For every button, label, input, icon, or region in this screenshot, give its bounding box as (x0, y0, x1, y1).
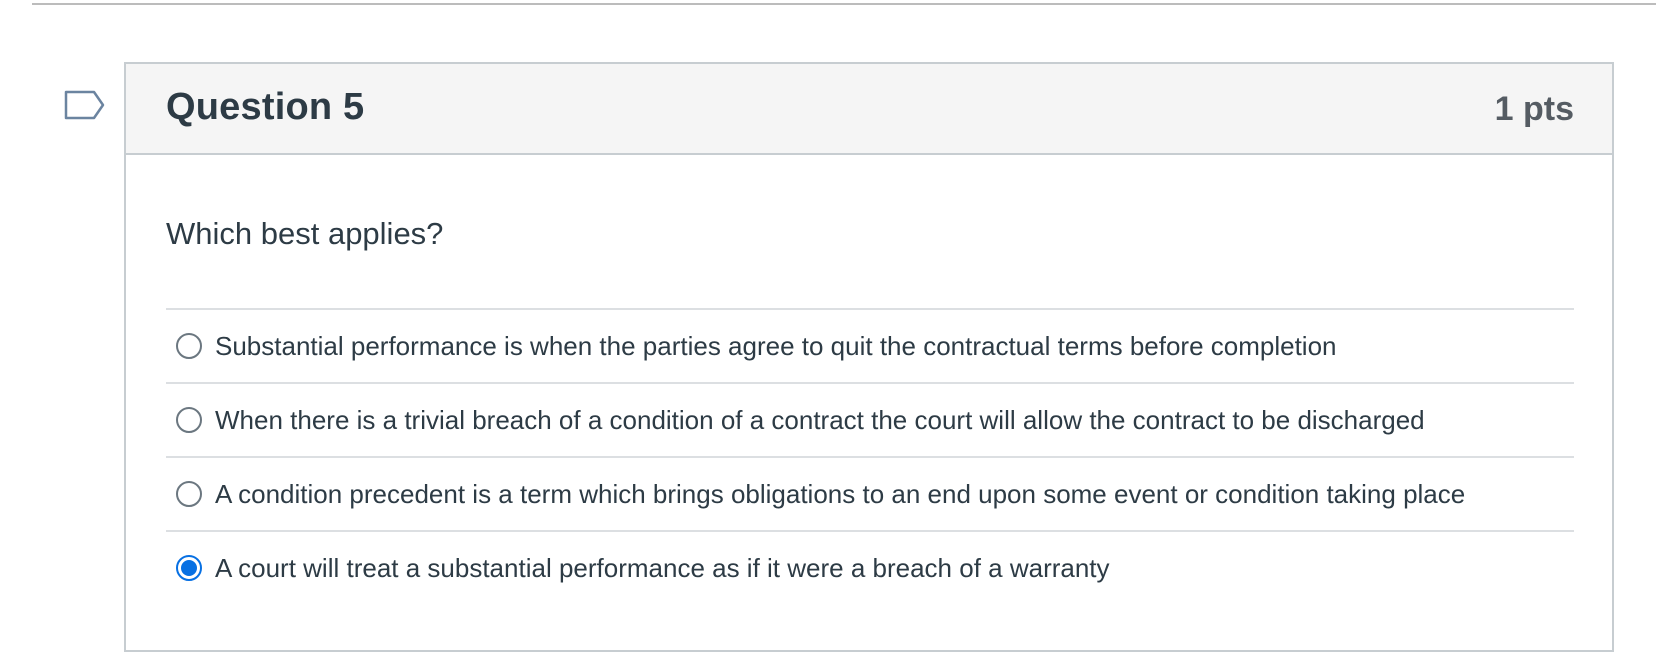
radio-button[interactable] (176, 481, 202, 507)
question-card: Question 5 1 pts Which best applies? Sub… (124, 62, 1614, 652)
flag-question-icon[interactable] (64, 90, 106, 122)
question-title: Question 5 (166, 86, 365, 128)
answer-label: A condition precedent is a term which br… (215, 478, 1466, 509)
question-header: Question 5 1 pts (126, 64, 1612, 155)
top-divider (32, 3, 1656, 5)
answer-option[interactable]: When there is a trivial breach of a cond… (166, 382, 1574, 456)
radio-button[interactable] (176, 333, 202, 359)
answer-option[interactable]: Substantial performance is when the part… (166, 308, 1574, 382)
answer-option[interactable]: A condition precedent is a term which br… (166, 456, 1574, 530)
answer-label: Substantial performance is when the part… (215, 330, 1337, 361)
answer-label: When there is a trivial breach of a cond… (215, 404, 1425, 435)
question-points: 1 pts (1494, 90, 1574, 128)
answer-list: Substantial performance is when the part… (166, 308, 1574, 604)
radio-button[interactable] (176, 555, 202, 581)
question-text: Which best applies? (166, 216, 444, 251)
answer-label: A court will treat a substantial perform… (215, 552, 1110, 583)
answer-option[interactable]: A court will treat a substantial perform… (166, 530, 1574, 604)
radio-button[interactable] (176, 407, 202, 433)
